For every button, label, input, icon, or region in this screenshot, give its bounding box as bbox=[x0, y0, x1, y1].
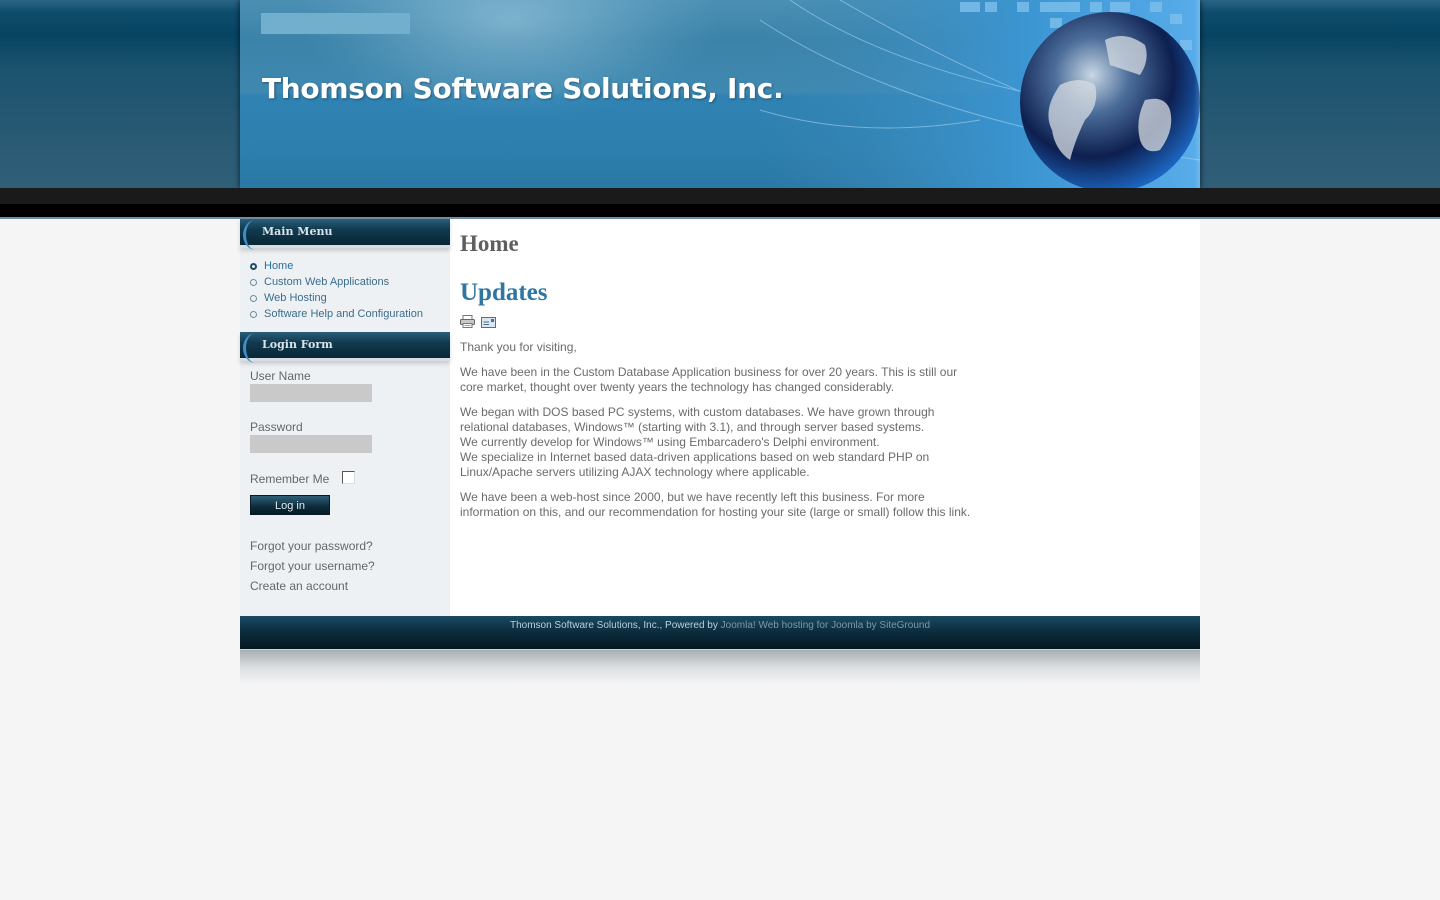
login-links: Forgot your password? Forgot your userna… bbox=[240, 537, 450, 597]
create-account-link[interactable]: Create an account bbox=[250, 579, 348, 593]
globe-banner-image bbox=[760, 0, 1200, 188]
login-button[interactable]: Log in bbox=[250, 495, 330, 515]
article-title: Updates bbox=[460, 279, 548, 306]
menu-item-web-hosting[interactable]: Web Hosting bbox=[250, 290, 450, 306]
print-icon[interactable] bbox=[460, 315, 475, 329]
email-icon[interactable] bbox=[481, 315, 496, 329]
bullet-icon bbox=[250, 310, 257, 318]
remember-me-checkbox[interactable] bbox=[342, 470, 356, 484]
menu-item-software-help[interactable]: Software Help and Configuration bbox=[250, 306, 450, 322]
bullet-icon bbox=[250, 262, 257, 270]
menu-item-home[interactable]: Home bbox=[250, 258, 450, 274]
article-icons bbox=[460, 315, 980, 329]
page-body: Main Menu Home Custom Web Applications W… bbox=[240, 219, 1200, 616]
page-heading: Home bbox=[460, 231, 519, 256]
forgot-password-link[interactable]: Forgot your password? bbox=[250, 539, 373, 553]
username-label: User Name bbox=[250, 369, 311, 383]
password-input[interactable] bbox=[250, 435, 372, 453]
paragraph: Thank you for visiting, bbox=[460, 340, 577, 354]
article-body: Thank you for visiting, We have been in … bbox=[460, 340, 980, 520]
main-menu: Home Custom Web Applications Web Hosting… bbox=[240, 248, 450, 322]
footer-shadow bbox=[240, 650, 1200, 685]
paragraph: We have been in the Custom Database Appl… bbox=[460, 365, 958, 394]
paragraph: We began with DOS based PC systems, with… bbox=[460, 405, 935, 479]
footer: Thomson Software Solutions, Inc., Powere… bbox=[240, 616, 1200, 650]
header-bottom-bar bbox=[0, 188, 1440, 204]
search-input[interactable] bbox=[261, 13, 410, 34]
paragraph: We have been a web-host since 2000, but … bbox=[460, 490, 971, 519]
bullet-icon bbox=[250, 294, 257, 302]
forgot-username-link[interactable]: Forgot your username? bbox=[250, 559, 375, 573]
username-input[interactable] bbox=[250, 384, 372, 402]
main-content: Home Updates Thank you for visiting, We … bbox=[460, 219, 980, 520]
bullet-icon bbox=[250, 278, 257, 286]
login-form: User Name Password Remember Me Log in bbox=[240, 361, 450, 515]
site-header: Thomson Software Solutions, Inc. bbox=[240, 0, 1200, 188]
footer-text: Thomson Software Solutions, Inc., Powere… bbox=[509, 620, 721, 631]
main-menu-title: Main Menu bbox=[240, 219, 450, 250]
sidebar: Main Menu Home Custom Web Applications W… bbox=[240, 219, 450, 616]
password-label: Password bbox=[250, 420, 303, 434]
menu-item-custom-web-applications[interactable]: Custom Web Applications bbox=[250, 274, 450, 290]
menu-link-home[interactable]: Home bbox=[264, 260, 293, 272]
site-title: Thomson Software Solutions, Inc. bbox=[262, 72, 784, 105]
joomla-link[interactable]: Joomla! bbox=[721, 620, 756, 631]
menu-link-software-help[interactable]: Software Help and Configuration bbox=[264, 308, 423, 320]
menu-link-custom-web-applications[interactable]: Custom Web Applications bbox=[264, 276, 389, 288]
login-form-title: Login Form bbox=[240, 332, 450, 363]
siteground-link[interactable]: Web hosting for Joomla by SiteGround bbox=[758, 620, 930, 631]
remember-me-label: Remember Me bbox=[250, 472, 330, 486]
menu-link-web-hosting[interactable]: Web Hosting bbox=[264, 292, 327, 304]
nav-bar bbox=[0, 204, 1440, 218]
